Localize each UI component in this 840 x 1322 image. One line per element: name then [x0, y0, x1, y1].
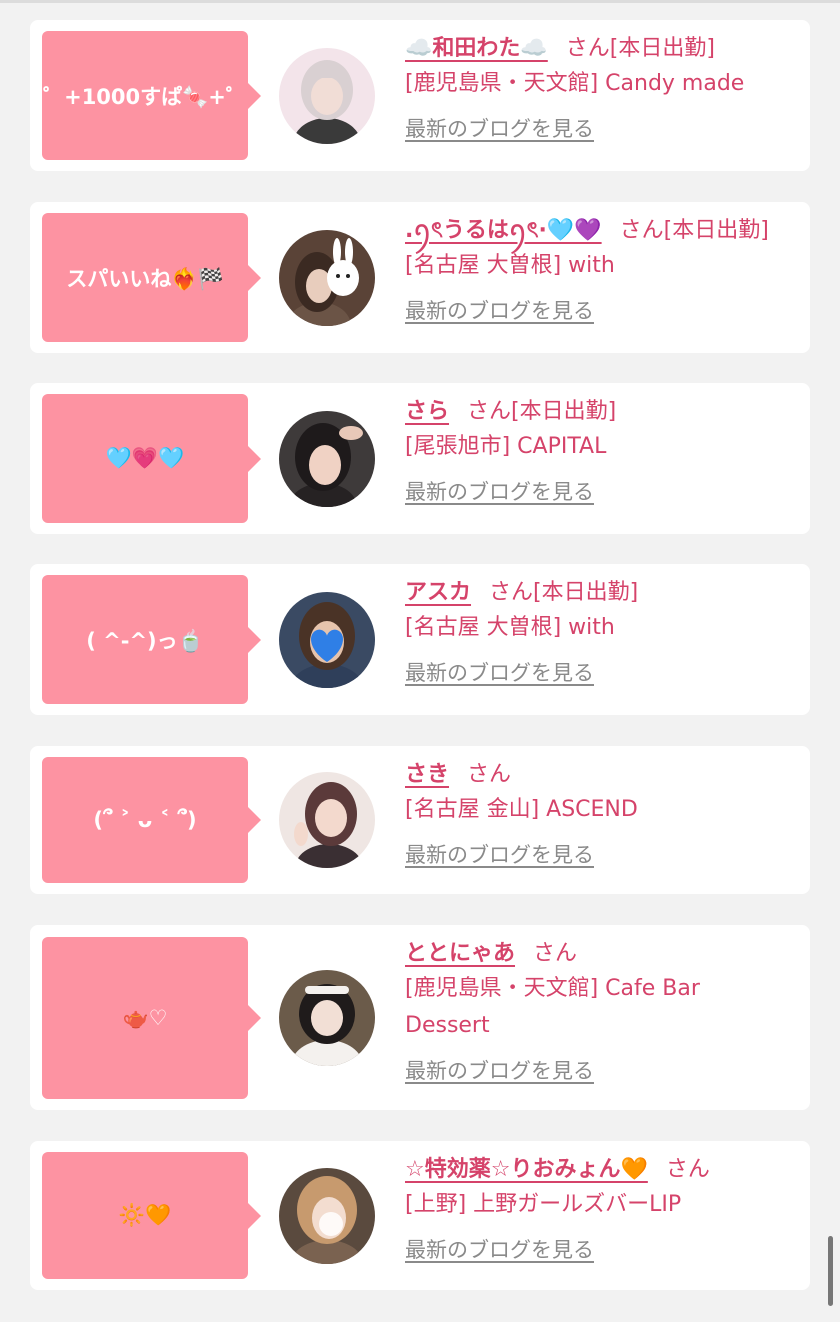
avatar[interactable]	[279, 48, 375, 144]
shop-label: [名古屋 大曽根] with	[405, 615, 615, 640]
comment-bubble: 🩵💗🩵	[42, 394, 261, 523]
comment-bubble: 🫖♡	[42, 937, 261, 1099]
comment-bubble: 🔆🧡	[42, 1152, 261, 1279]
honorific-label: さん	[467, 762, 512, 787]
shop-label: [名古屋 金山] ASCEND	[405, 797, 638, 822]
avatar[interactable]	[279, 970, 375, 1066]
avatar-image	[279, 1168, 375, 1264]
top-divider	[0, 0, 840, 3]
honorific-label: さん	[665, 1157, 710, 1182]
shop-label: [上野] 上野ガールズバーLIP	[405, 1192, 682, 1217]
cast-name-link[interactable]: ととにゃあ	[405, 941, 515, 966]
avatar-image	[279, 970, 375, 1066]
honorific-label: さん[本日出勤]	[467, 399, 617, 424]
avatar[interactable]	[279, 772, 375, 868]
list-item: 🔆🧡 ☆特効薬☆りおみょん🧡 さん [上野] 上野ガールズバーLIP 最新のブログ…	[30, 1141, 810, 1290]
shop-label: [鹿児島県・天文館] Candy made	[405, 71, 745, 96]
latest-blog-link[interactable]: 最新のブログを見る	[405, 1234, 594, 1264]
comment-text: 🫖♡	[122, 1005, 168, 1030]
comment-bubble: ( ^-^)っ🍵	[42, 575, 261, 704]
honorific-label: さん[本日出勤]	[489, 580, 639, 605]
avatar-image	[279, 48, 375, 144]
honorific-label: さん[本日出勤]	[619, 218, 769, 243]
comment-text: ( ^-^)っ🍵	[86, 628, 204, 653]
avatar-image	[279, 592, 375, 688]
latest-blog-link[interactable]: 最新のブログを見る	[405, 839, 594, 869]
shop-label: [名古屋 大曽根] with	[405, 253, 615, 278]
avatar-image	[279, 411, 375, 507]
latest-blog-link[interactable]: 最新のブログを見る	[405, 295, 594, 325]
list-item: ゜+1000すぱ🍬+゜ ☁️和田わた☁️ さん[本日出勤] [鹿児島県・天文館] …	[30, 20, 810, 171]
honorific-label: さん	[533, 941, 578, 966]
avatar[interactable]	[279, 1168, 375, 1264]
cast-name-link[interactable]: .ꪆৎうるはꪆৎ·🩵💜	[405, 218, 602, 243]
cast-name-link[interactable]: アスカ	[405, 580, 471, 605]
comment-text: 🔆🧡	[118, 1203, 172, 1227]
comment-bubble: (՞ ˃ ᴗ ˂ ՞)	[42, 757, 261, 883]
comment-bubble: スパいいね❤️‍🔥🏁	[42, 213, 261, 342]
scrollbar[interactable]	[828, 1236, 833, 1306]
avatar[interactable]	[279, 411, 375, 507]
latest-blog-link[interactable]: 最新のブログを見る	[405, 476, 594, 506]
avatar-image	[279, 772, 375, 868]
shop-label: [尾張旭市] CAPITAL	[405, 434, 607, 459]
cast-name-link[interactable]: さら	[405, 399, 449, 424]
latest-blog-link[interactable]: 最新のブログを見る	[405, 113, 594, 143]
list-item: 🫖♡ ととにゃあ さん [鹿児島県・天文館] Cafe Bar Dessert 最…	[30, 925, 810, 1110]
list-item: スパいいね❤️‍🔥🏁 .ꪆৎうるはꪆৎ·🩵💜 さん[本日出勤] [名古屋 大曽根]…	[30, 202, 810, 353]
avatar[interactable]	[279, 230, 375, 326]
list-item: ( ^-^)っ🍵 アスカ さん[本日出勤] [名古屋 大曽根] with 最新のブ…	[30, 564, 810, 715]
list-item: (՞ ˃ ᴗ ˂ ՞) さき さん [名古屋 金山] ASCEND 最新のブログを…	[30, 746, 810, 894]
latest-blog-link[interactable]: 最新のブログを見る	[405, 1055, 594, 1085]
cast-name-link[interactable]: ☆特効薬☆りおみょん🧡	[405, 1157, 648, 1182]
comment-text: スパいいね❤️‍🔥🏁	[66, 266, 224, 291]
honorific-label: さん[本日出勤]	[565, 36, 715, 61]
comment-bubble: ゜+1000すぱ🍬+゜	[42, 31, 261, 160]
avatar[interactable]	[279, 592, 375, 688]
cast-name-link[interactable]: ☁️和田わた☁️	[405, 36, 548, 61]
latest-blog-link[interactable]: 最新のブログを見る	[405, 657, 594, 687]
shop-label: [鹿児島県・天文館] Cafe Bar Dessert	[405, 976, 700, 1038]
comment-text: 🩵💗🩵	[105, 446, 185, 470]
avatar-image	[279, 230, 375, 326]
cast-name-link[interactable]: さき	[405, 762, 449, 787]
comment-text: ゜+1000すぱ🍬+゜	[43, 84, 247, 109]
list-item: 🩵💗🩵 さら さん[本日出勤] [尾張旭市] CAPITAL 最新のブログを見る	[30, 383, 810, 534]
comment-text: (՞ ˃ ᴗ ˂ ՞)	[93, 808, 197, 832]
